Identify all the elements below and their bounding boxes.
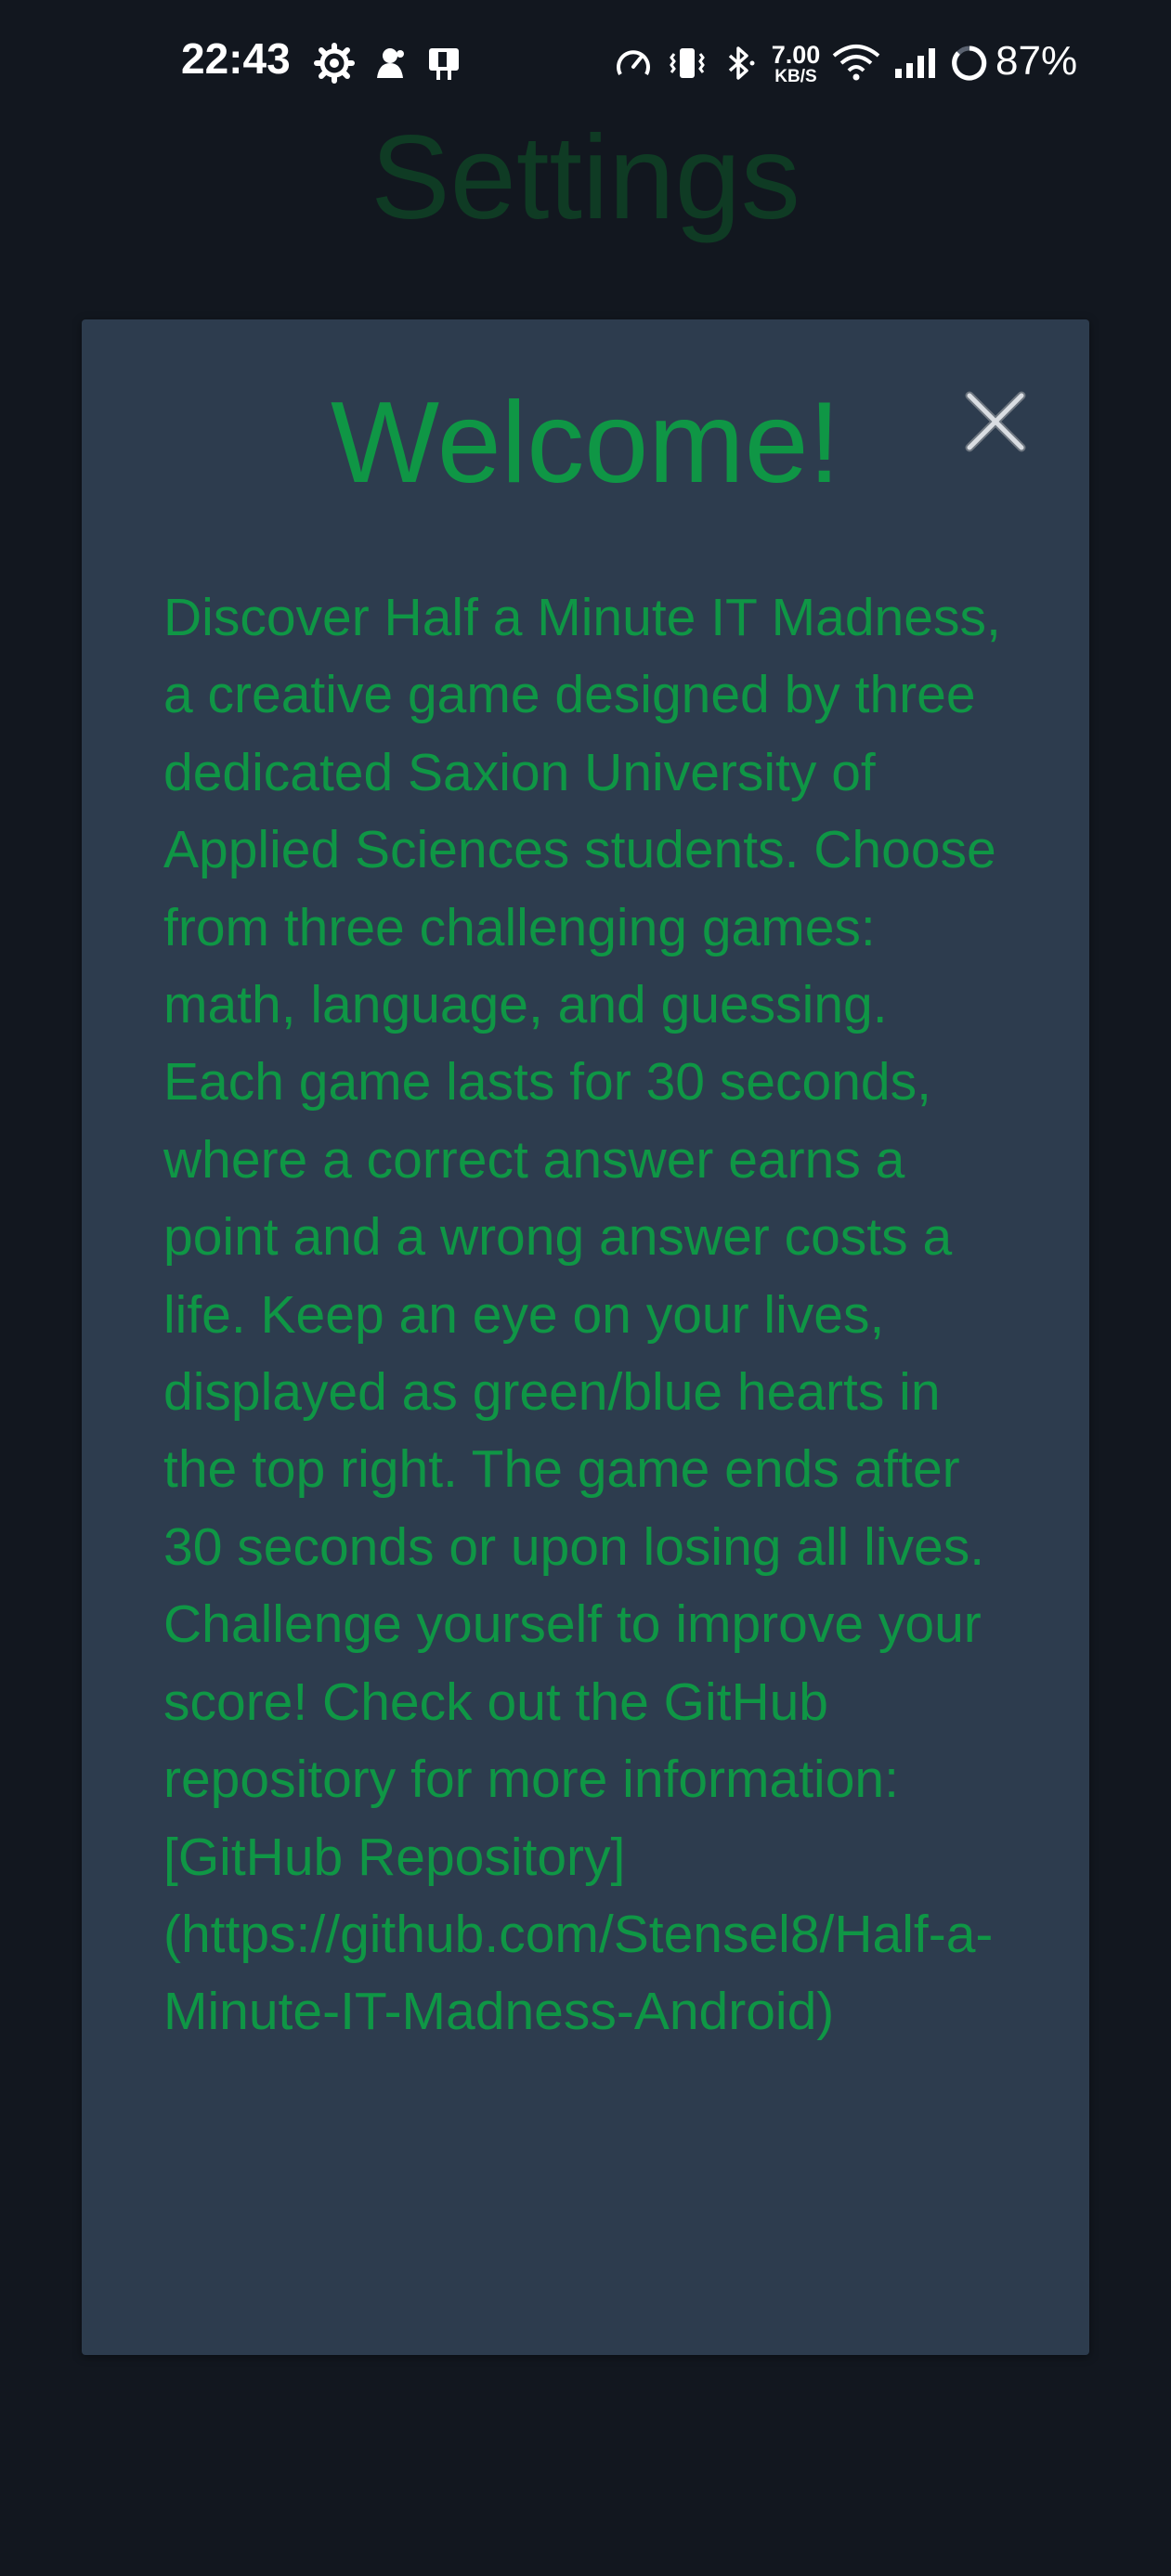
- sim-app-icon: [423, 43, 464, 84]
- page-title: Settings: [371, 111, 800, 244]
- data-saver-icon: [613, 43, 654, 84]
- network-speed: 7.00 KB/S: [767, 41, 825, 86]
- network-speed-value: 7.00: [771, 41, 821, 69]
- close-button[interactable]: [958, 384, 1033, 459]
- network-speed-unit: KB/S: [774, 67, 817, 86]
- battery-ring-icon: [949, 43, 990, 84]
- notification-icon: [370, 43, 410, 84]
- status-time: 22:43: [181, 34, 291, 83]
- status-bar: 22:43 7.00 KB/S 87%: [0, 0, 1171, 130]
- settings-gear-icon: [314, 43, 355, 84]
- signal-icon: [893, 43, 942, 84]
- bluetooth-icon: [719, 43, 760, 84]
- dialog-body-text: Discover Half a Minute IT Madness, a cre…: [163, 588, 1001, 2042]
- welcome-dialog: Welcome! Discover Half a Minute IT Madne…: [82, 319, 1089, 2355]
- dialog-title: Welcome!: [331, 379, 840, 507]
- vibrate-icon: [667, 43, 708, 84]
- wifi-icon: [830, 43, 882, 84]
- battery-percent: 87%: [995, 38, 1078, 84]
- app-screen: 22:43 7.00 KB/S 87% Settings Welcome! Di…: [0, 0, 1171, 2576]
- close-icon: [958, 391, 1033, 462]
